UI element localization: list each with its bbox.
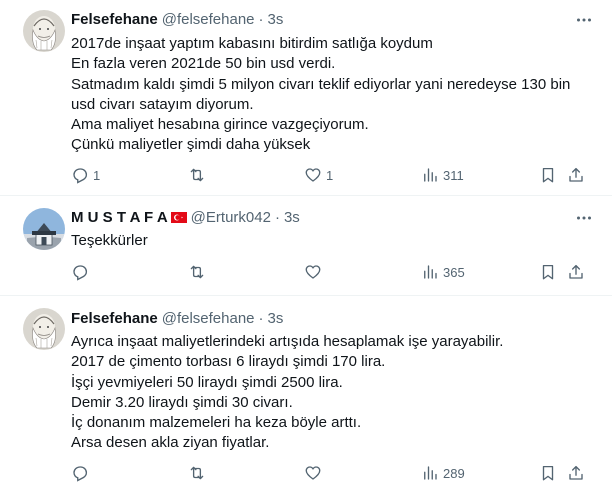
share-button[interactable] [567,262,585,282]
tweet-header: Felsefehane @felsefehane · 3s [71,308,283,328]
bookmark-button[interactable] [539,262,557,282]
reply-button[interactable]: 1 [71,165,100,185]
bookmark-icon [542,264,554,280]
tweet-text-line: Demir 3.20 liraydı şimdi 30 civarı. [71,393,293,411]
reply-button[interactable] [71,262,93,282]
heart-icon [305,466,321,480]
tweet-text-line: Ama maliyet hesabına girince vazgeçiyoru… [71,116,369,134]
reply-count: 1 [93,167,101,183]
like-button[interactable] [304,463,326,483]
action-bar: 1 1 311 [71,165,596,185]
tweet-card[interactable]: M U S T A F A @Erturk042 · 3s Teşekkürle… [0,196,612,296]
view-count: 365 [443,264,465,280]
like-button[interactable]: 1 [304,165,333,185]
display-name[interactable]: Felsefehane [71,11,158,28]
views-button[interactable]: 311 [421,165,464,185]
tweet-text-line: Arsa desen akla ziyan fiyatlar. [71,434,270,452]
action-bar: 289 [71,463,596,483]
analytics-icon [424,265,437,279]
heart-icon [305,265,321,279]
separator-dot: · [274,208,280,226]
analytics-icon [424,168,437,182]
like-button[interactable] [304,262,326,282]
tweet-text-line: İşçi yevmiyeleri 50 liraydı şimdi 2500 l… [71,373,343,391]
share-icon [569,264,583,279]
timestamp[interactable]: 3s [268,11,284,28]
view-count: 289 [443,465,465,481]
turkey-flag-icon [170,211,187,223]
retweet-icon [190,466,204,480]
retweet-button[interactable] [188,262,210,282]
tweet-header: Felsefehane @felsefehane · 3s [71,9,283,29]
tweet-text-line: En fazla veren 2021de 50 bin usd verdi. [71,55,336,73]
separator-dot: · [258,309,264,327]
tweet-card[interactable]: Felsefehane @felsefehane · 3s Ayrıca inş… [0,296,612,495]
tweet-text-line: 2017de inşaat yaptım kabasını bitirdim s… [71,35,433,52]
bookmark-button[interactable] [539,463,557,483]
heart-icon [305,168,321,182]
share-button[interactable] [567,165,585,185]
more-options-icon[interactable] [574,208,594,228]
avatar[interactable] [23,208,65,250]
separator-dot: · [258,10,264,28]
analytics-icon [424,466,437,480]
share-button[interactable] [567,463,585,483]
tweet-text-line: İç donanım malzemeleri ha keza böyle art… [71,414,362,432]
display-name[interactable]: Felsefehane [71,310,158,327]
bookmark-icon [542,167,554,183]
action-bar: 365 [71,262,596,282]
display-name[interactable]: M U S T A F A [71,209,168,226]
bookmark-button[interactable] [539,165,557,185]
reply-button[interactable] [71,463,93,483]
tweet-text-line: Çünkü maliyetler şimdi daha yüksek [71,136,311,154]
tweet-text-line: 2017 de çimento torbası 6 liraydı şimdi … [71,353,386,371]
retweet-button[interactable] [188,463,210,483]
user-handle[interactable]: @felsefehane [162,11,255,28]
like-count: 1 [326,167,334,183]
tweet-text: 2017de inşaat yaptım kabasını bitirdim s… [71,34,591,156]
share-icon [569,465,583,480]
tweet-text: Ayrıca inşaat maliyetlerindeki artışıda … [71,332,591,454]
retweet-button[interactable] [188,165,210,185]
reply-icon [73,466,88,482]
user-handle[interactable]: @Erturk042 [191,209,271,226]
view-count: 311 [443,167,464,183]
user-handle[interactable]: @felsefehane [162,310,255,327]
tweet-text-line: Satmadım kaldı şimdi 5 milyon civarı tek… [71,75,571,93]
timestamp[interactable]: 3s [284,209,300,226]
reply-icon [73,168,88,184]
timestamp[interactable]: 3s [268,310,284,327]
retweet-icon [190,265,204,279]
views-button[interactable]: 289 [421,463,465,483]
tweet-header: M U S T A F A @Erturk042 · 3s [71,207,300,227]
tweet-text-line: Teşekkürler [71,232,148,249]
views-button[interactable]: 365 [421,262,465,282]
reply-icon [73,265,88,281]
avatar[interactable] [23,10,65,52]
tweet-card[interactable]: Felsefehane @felsefehane · 3s 2017de inş… [0,0,612,196]
tweet-text: Teşekkürler [71,231,591,251]
avatar[interactable] [23,308,65,350]
tweet-text-line: usd civarı satayım diyorum. [71,95,254,113]
more-options-icon[interactable] [574,10,594,30]
bookmark-icon [542,465,554,481]
retweet-icon [190,168,204,182]
tweet-text-line: Ayrıca inşaat maliyetlerindeki artışıda … [71,333,504,350]
share-icon [569,167,583,182]
